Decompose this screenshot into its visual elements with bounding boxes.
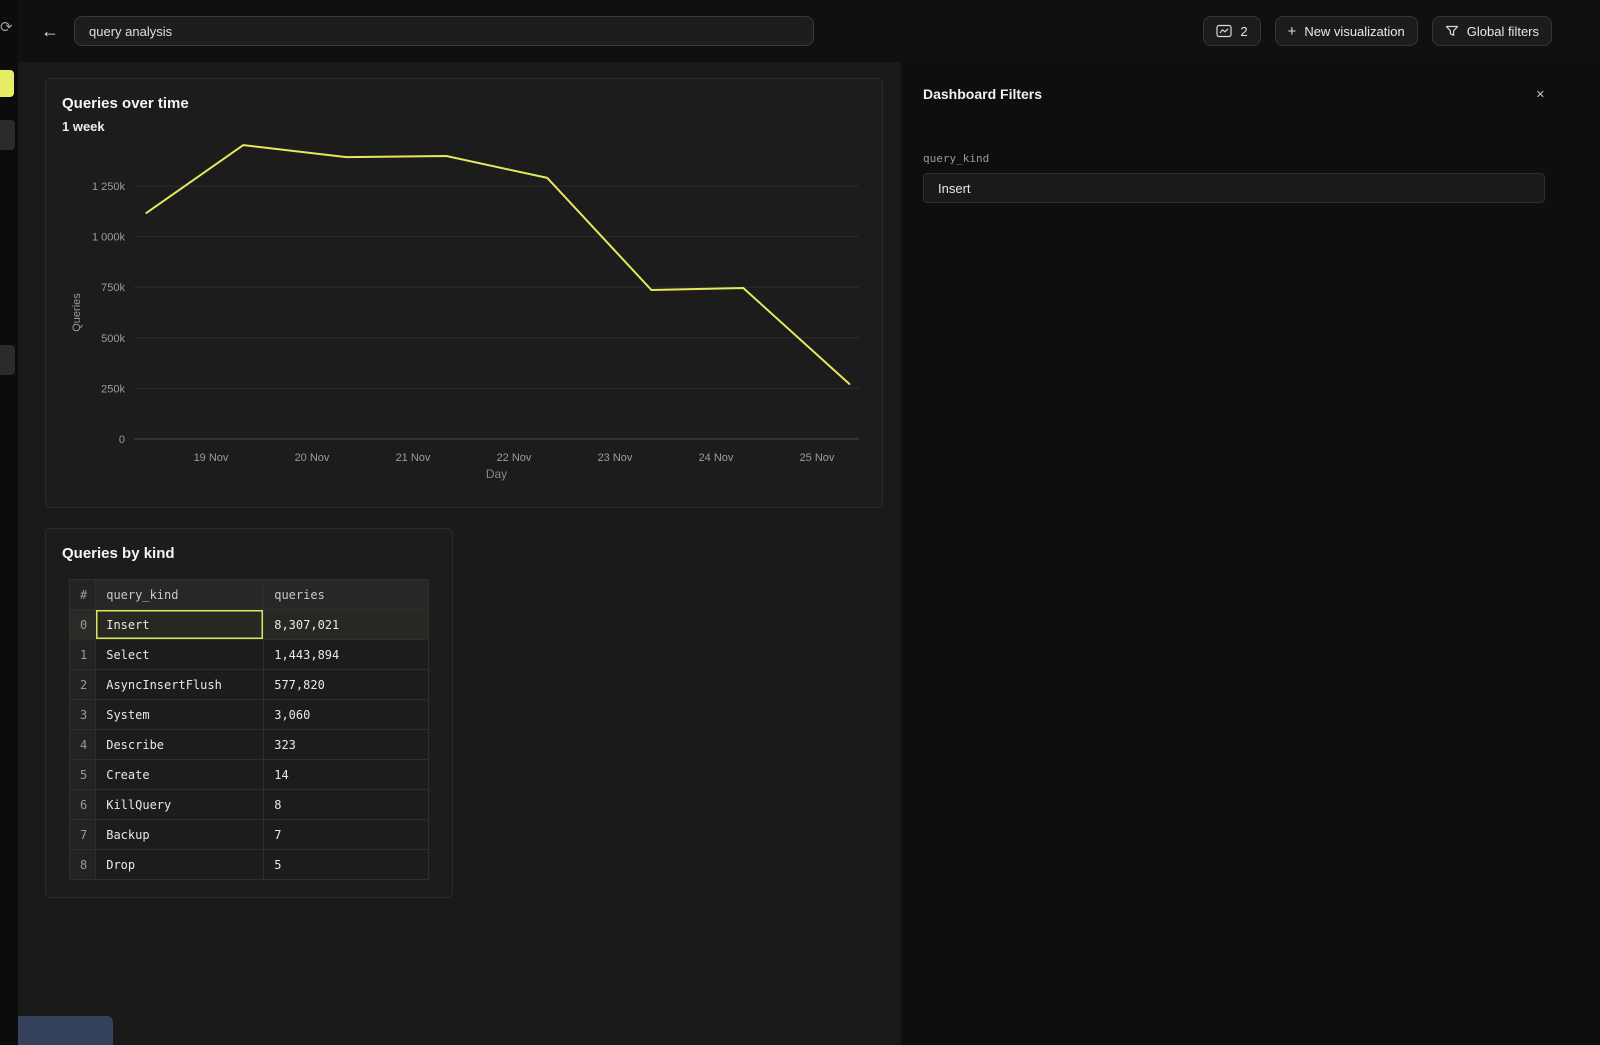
back-button[interactable]: ← <box>38 21 62 42</box>
queries-by-kind-card: Queries by kind # query_kind queries 0In… <box>45 528 453 898</box>
table-row: 4Describe323 <box>70 730 429 760</box>
sidebar-item-active[interactable] <box>0 70 14 97</box>
line-chart-svg[interactable]: 0 250k 500k 750k 1 000k 1 250k 19 Nov 20 Nov 21 … <box>46 79 884 507</box>
table-row: 3System3,060 <box>70 700 429 730</box>
row-index-cell: 1 <box>70 640 96 670</box>
y-tick-label: 1 250k <box>92 181 126 193</box>
x-tick-label: 21 Nov <box>396 452 431 464</box>
filters-panel-header: Dashboard Filters ✕ <box>923 86 1545 102</box>
row-index-cell: 8 <box>70 850 96 880</box>
filter-field-label: query_kind <box>923 152 1545 165</box>
plus-icon: + <box>1288 24 1297 39</box>
sidebar-item[interactable] <box>0 120 15 150</box>
query-kind-cell[interactable]: KillQuery <box>96 790 264 820</box>
new-visualization-button[interactable]: + New visualization <box>1275 16 1418 46</box>
queries-count-cell: 14 <box>264 760 429 790</box>
new-visualization-label: New visualization <box>1304 24 1404 39</box>
query-kind-cell[interactable]: Drop <box>96 850 264 880</box>
query-kind-cell[interactable]: Backup <box>96 820 264 850</box>
row-index-cell: 7 <box>70 820 96 850</box>
table-row: 6KillQuery8 <box>70 790 429 820</box>
history-icon[interactable]: ⟳ <box>0 20 13 35</box>
queries-count-cell: 1,443,894 <box>264 640 429 670</box>
row-index-cell: 0 <box>70 610 96 640</box>
filters-panel-title: Dashboard Filters <box>923 86 1042 102</box>
row-index-cell: 5 <box>70 760 96 790</box>
topbar: ← 2 + New visualization Global filters <box>18 0 1600 62</box>
x-tick-label: 19 Nov <box>194 452 229 464</box>
funnel-icon <box>1445 24 1459 38</box>
y-tick-label: 500k <box>101 333 125 345</box>
queries-count-cell: 323 <box>264 730 429 760</box>
x-axis-title: Day <box>486 467 507 481</box>
dashboard-filters-panel: Dashboard Filters ✕ query_kind <box>901 62 1600 1045</box>
sidebar-item[interactable] <box>0 345 15 375</box>
queries-count-cell: 577,820 <box>264 670 429 700</box>
queries-table-body: 0Insert8,307,0211Select1,443,8942AsyncIn… <box>70 610 429 880</box>
query-kind-cell[interactable]: System <box>96 700 264 730</box>
x-tick-label: 24 Nov <box>699 452 734 464</box>
row-index-cell: 6 <box>70 790 96 820</box>
y-tick-label: 0 <box>119 434 125 446</box>
x-tick-label: 23 Nov <box>598 452 633 464</box>
global-filters-label: Global filters <box>1467 24 1539 39</box>
table-row: 8Drop5 <box>70 850 429 880</box>
query-kind-filter-input[interactable] <box>923 173 1545 203</box>
visualization-count-button[interactable]: 2 <box>1203 16 1260 46</box>
left-sidebar: ⟳ <box>0 0 18 1045</box>
queries-over-time-card: 0 250k 500k 750k 1 000k 1 250k 19 Nov 20 Nov 21 … <box>45 78 883 508</box>
visualization-count: 2 <box>1240 24 1247 39</box>
dashboard-title-input[interactable] <box>74 16 814 46</box>
table-row: 5Create14 <box>70 760 429 790</box>
queries-count-cell: 3,060 <box>264 700 429 730</box>
queries-count-cell: 7 <box>264 820 429 850</box>
queries-count-cell: 8,307,021 <box>264 610 429 640</box>
x-tick-label: 22 Nov <box>497 452 532 464</box>
x-tick-label: 25 Nov <box>800 452 835 464</box>
query-kind-cell[interactable]: Create <box>96 760 264 790</box>
query-kind-cell[interactable]: AsyncInsertFlush <box>96 670 264 700</box>
column-header-query-kind: query_kind <box>96 580 264 610</box>
x-tick-label: 20 Nov <box>295 452 330 464</box>
table-header-row: # query_kind queries <box>70 580 429 610</box>
chart-title: Queries over time <box>62 95 189 112</box>
chart-subtitle: 1 week <box>62 119 105 134</box>
y-tick-label: 750k <box>101 282 125 294</box>
table-title: Queries by kind <box>62 545 175 562</box>
bottom-left-overlay <box>18 1016 113 1045</box>
row-index-cell: 2 <box>70 670 96 700</box>
table-row: 2AsyncInsertFlush577,820 <box>70 670 429 700</box>
global-filters-button[interactable]: Global filters <box>1432 16 1552 46</box>
topbar-actions: 2 + New visualization Global filters <box>1203 16 1552 46</box>
column-header-index: # <box>70 580 96 610</box>
queries-count-cell: 8 <box>264 790 429 820</box>
queries-count-cell: 5 <box>264 850 429 880</box>
y-axis-title: Queries <box>71 293 83 332</box>
y-tick-label: 250k <box>101 383 125 395</box>
row-index-cell: 3 <box>70 700 96 730</box>
table-row: 0Insert8,307,021 <box>70 610 429 640</box>
dashboard-canvas: 0250k500k750k1 000k1 250k19 Nov20 Nov21 … <box>18 62 1600 1045</box>
close-icon[interactable]: ✕ <box>1536 88 1545 101</box>
panels-icon <box>1216 24 1232 38</box>
query-kind-cell[interactable]: Select <box>96 640 264 670</box>
column-header-queries: queries <box>264 580 429 610</box>
table-row: 1Select1,443,894 <box>70 640 429 670</box>
query-kind-cell[interactable]: Insert <box>96 610 264 640</box>
queries-table: # query_kind queries 0Insert8,307,0211Se… <box>69 579 429 880</box>
query-kind-cell[interactable]: Describe <box>96 730 264 760</box>
y-tick-label: 1 000k <box>92 232 126 244</box>
table-row: 7Backup7 <box>70 820 429 850</box>
queries-series-line[interactable] <box>146 145 849 384</box>
row-index-cell: 4 <box>70 730 96 760</box>
